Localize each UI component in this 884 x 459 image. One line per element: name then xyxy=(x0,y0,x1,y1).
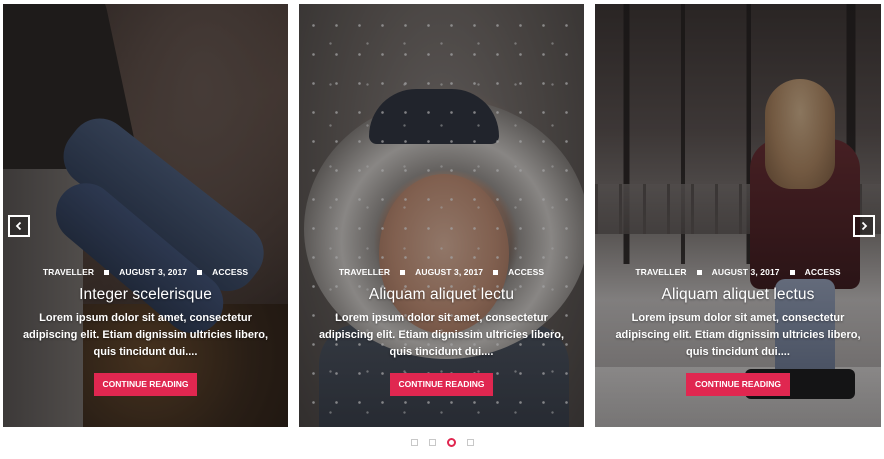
post-carousel: Traveller August 3, 2017 Access Integer … xyxy=(0,0,884,459)
post-tag[interactable]: Access xyxy=(508,267,544,277)
continue-reading-button[interactable]: Continue Reading xyxy=(93,373,198,396)
chevron-left-icon xyxy=(15,221,22,231)
post-meta: Traveller August 3, 2017 Access xyxy=(595,267,881,277)
carousel-pagination xyxy=(0,438,884,447)
post-title[interactable]: Aliquam aliquet lectus xyxy=(595,286,881,304)
continue-reading-button[interactable]: Continue Reading xyxy=(389,373,494,396)
post-category[interactable]: Traveller xyxy=(635,267,686,277)
post-excerpt: Lorem ipsum dolor sit amet, consectetur … xyxy=(615,312,861,358)
post-tag[interactable]: Access xyxy=(805,267,841,277)
slide-card[interactable]: Traveller August 3, 2017 Access Aliquam … xyxy=(595,4,881,427)
separator-icon xyxy=(197,269,203,275)
separator-icon xyxy=(400,269,406,275)
separator-icon xyxy=(789,269,795,275)
pagination-dot[interactable] xyxy=(428,439,436,446)
post-meta: Traveller August 3, 2017 Access xyxy=(3,267,288,277)
separator-icon xyxy=(696,269,702,275)
post-category[interactable]: Traveller xyxy=(43,267,94,277)
post-date[interactable]: August 3, 2017 xyxy=(712,267,780,277)
post-excerpt: Lorem ipsum dolor sit amet, consectetur … xyxy=(22,312,269,358)
slide-content: Traveller August 3, 2017 Access Aliquam … xyxy=(299,267,584,396)
separator-icon xyxy=(493,269,499,275)
pagination-dot[interactable] xyxy=(410,439,418,446)
pagination-dot[interactable] xyxy=(446,438,456,447)
separator-icon xyxy=(104,269,110,275)
post-category[interactable]: Traveller xyxy=(339,267,390,277)
post-excerpt: Lorem ipsum dolor sit amet, consectetur … xyxy=(318,312,565,358)
next-slide-button[interactable] xyxy=(853,215,875,237)
slide-card[interactable]: Traveller August 3, 2017 Access Aliquam … xyxy=(299,4,584,427)
slide-content: Traveller August 3, 2017 Access Integer … xyxy=(3,267,288,396)
post-meta: Traveller August 3, 2017 Access xyxy=(299,267,584,277)
slide-card[interactable]: Traveller August 3, 2017 Access Integer … xyxy=(3,4,288,427)
pagination-dot[interactable] xyxy=(466,439,474,446)
previous-slide-button[interactable] xyxy=(8,215,30,237)
post-title[interactable]: Integer scelerisque xyxy=(3,286,288,304)
post-title[interactable]: Aliquam aliquet lectu xyxy=(299,286,584,304)
chevron-right-icon xyxy=(861,221,868,231)
post-date[interactable]: August 3, 2017 xyxy=(119,267,187,277)
slide-content: Traveller August 3, 2017 Access Aliquam … xyxy=(595,267,881,396)
continue-reading-button[interactable]: Continue Reading xyxy=(686,373,790,396)
post-tag[interactable]: Access xyxy=(212,267,248,277)
post-date[interactable]: August 3, 2017 xyxy=(415,267,483,277)
